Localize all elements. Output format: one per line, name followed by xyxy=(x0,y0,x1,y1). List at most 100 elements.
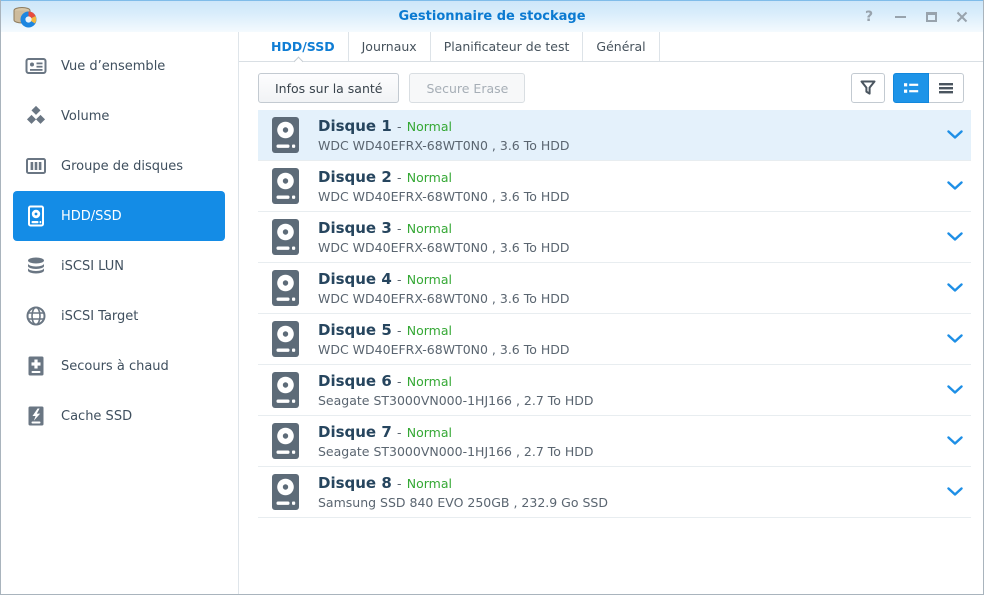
disk-model: Samsung SSD 840 EVO 250GB , 232.9 Go SSD xyxy=(318,495,608,510)
iscsi-target-icon xyxy=(24,304,48,328)
iscsi-lun-icon xyxy=(24,254,48,278)
disk-icon xyxy=(272,474,299,510)
sidebar-item-label: Vue d’ensemble xyxy=(61,59,165,74)
tab-planificateur[interactable]: Planificateur de test xyxy=(431,32,584,61)
disk-model: Seagate ST3000VN000-1HJ166 , 2.7 To HDD xyxy=(318,393,594,408)
disk-row[interactable]: Disque 6 - Normal Seagate ST3000VN000-1H… xyxy=(258,365,971,416)
sidebar-item-label: iSCSI LUN xyxy=(61,259,124,274)
disk-info: Disque 7 - Normal Seagate ST3000VN000-1H… xyxy=(318,424,594,459)
disk-name: Disque 7 xyxy=(318,423,392,441)
disk-info: Disque 5 - Normal WDC WD40EFRX-68WT0N0 ,… xyxy=(318,322,570,357)
status-separator: - xyxy=(397,323,402,338)
sidebar: Vue d’ensemble Volume xyxy=(1,32,239,594)
disk-info: Disque 4 - Normal WDC WD40EFRX-68WT0N0 ,… xyxy=(318,271,570,306)
health-info-button[interactable]: Infos sur la santé xyxy=(258,73,399,103)
sidebar-item-disk-group[interactable]: Groupe de disques xyxy=(13,141,225,191)
disk-status: Normal xyxy=(407,323,452,338)
disk-name: Disque 5 xyxy=(318,321,392,339)
disk-row[interactable]: Disque 2 - Normal WDC WD40EFRX-68WT0N0 ,… xyxy=(258,161,971,212)
disk-row[interactable]: Disque 5 - Normal WDC WD40EFRX-68WT0N0 ,… xyxy=(258,314,971,365)
disk-model: WDC WD40EFRX-68WT0N0 , 3.6 To HDD xyxy=(318,138,570,153)
chevron-down-icon[interactable] xyxy=(947,232,963,242)
status-separator: - xyxy=(397,272,402,287)
disk-name: Disque 8 xyxy=(318,474,392,492)
disk-status: Normal xyxy=(407,476,452,491)
status-separator: - xyxy=(397,170,402,185)
title-bar: Gestionnaire de stockage ? xyxy=(1,0,983,32)
view-controls xyxy=(851,73,964,103)
disk-icon xyxy=(272,372,299,408)
disk-info: Disque 6 - Normal Seagate ST3000VN000-1H… xyxy=(318,373,594,408)
disk-model: Seagate ST3000VN000-1HJ166 , 2.7 To HDD xyxy=(318,444,594,459)
sidebar-item-iscsi-target[interactable]: iSCSI Target xyxy=(13,291,225,341)
ssd-cache-icon xyxy=(24,404,48,428)
hot-spare-icon xyxy=(24,354,48,378)
help-icon[interactable]: ? xyxy=(860,8,878,26)
chevron-down-icon[interactable] xyxy=(947,385,963,395)
storage-manager-window: Gestionnaire de stockage ? xyxy=(0,0,984,595)
disk-icon xyxy=(272,270,299,306)
disk-list: Disque 1 - Normal WDC WD40EFRX-68WT0N0 ,… xyxy=(258,110,971,518)
toolbar: Infos sur la santé Secure Erase xyxy=(258,73,964,103)
filter-icon[interactable] xyxy=(851,73,885,103)
disk-row[interactable]: Disque 7 - Normal Seagate ST3000VN000-1H… xyxy=(258,416,971,467)
disk-row[interactable]: Disque 1 - Normal WDC WD40EFRX-68WT0N0 ,… xyxy=(258,110,971,161)
disk-icon xyxy=(272,219,299,255)
tab-general[interactable]: Général xyxy=(583,32,659,61)
detail-view-icon[interactable] xyxy=(893,73,929,103)
sidebar-item-volume[interactable]: Volume xyxy=(13,91,225,141)
tab-hdd-ssd[interactable]: HDD/SSD xyxy=(258,32,349,61)
status-separator: - xyxy=(397,221,402,236)
chevron-down-icon[interactable] xyxy=(947,487,963,497)
chevron-down-icon[interactable] xyxy=(947,130,963,140)
status-separator: - xyxy=(397,119,402,134)
sidebar-item-label: Secours à chaud xyxy=(61,359,169,374)
sidebar-item-hdd-ssd[interactable]: HDD/SSD xyxy=(13,191,225,241)
sidebar-item-label: HDD/SSD xyxy=(61,209,122,224)
disk-model: WDC WD40EFRX-68WT0N0 , 3.6 To HDD xyxy=(318,189,570,204)
volume-icon xyxy=(24,104,48,128)
chevron-down-icon[interactable] xyxy=(947,334,963,344)
secure-erase-button[interactable]: Secure Erase xyxy=(409,73,525,103)
sidebar-item-overview[interactable]: Vue d’ensemble xyxy=(13,41,225,91)
disk-icon xyxy=(272,423,299,459)
sidebar-item-iscsi-lun[interactable]: iSCSI LUN xyxy=(13,241,225,291)
disk-row[interactable]: Disque 3 - Normal WDC WD40EFRX-68WT0N0 ,… xyxy=(258,212,971,263)
chevron-down-icon[interactable] xyxy=(947,436,963,446)
tab-bar: HDD/SSD Journaux Planificateur de test G… xyxy=(239,32,983,62)
overview-icon xyxy=(24,54,48,78)
chevron-down-icon[interactable] xyxy=(947,181,963,191)
disk-status: Normal xyxy=(407,272,452,287)
disk-model: WDC WD40EFRX-68WT0N0 , 3.6 To HDD xyxy=(318,342,570,357)
sidebar-item-ssd-cache[interactable]: Cache SSD xyxy=(13,391,225,441)
maximize-icon[interactable] xyxy=(922,8,940,26)
disk-model: WDC WD40EFRX-68WT0N0 , 3.6 To HDD xyxy=(318,291,570,306)
sidebar-item-label: Volume xyxy=(61,109,109,124)
status-separator: - xyxy=(397,476,402,491)
disk-status: Normal xyxy=(407,170,452,185)
list-view-icon[interactable] xyxy=(928,73,964,103)
disk-icon xyxy=(272,321,299,357)
disk-row[interactable]: Disque 8 - Normal Samsung SSD 840 EVO 25… xyxy=(258,467,971,518)
disk-model: WDC WD40EFRX-68WT0N0 , 3.6 To HDD xyxy=(318,240,570,255)
disk-info: Disque 1 - Normal WDC WD40EFRX-68WT0N0 ,… xyxy=(318,118,570,153)
chevron-down-icon[interactable] xyxy=(947,283,963,293)
minimize-icon[interactable] xyxy=(891,8,909,26)
disk-row[interactable]: Disque 4 - Normal WDC WD40EFRX-68WT0N0 ,… xyxy=(258,263,971,314)
disk-status: Normal xyxy=(407,119,452,134)
close-icon[interactable] xyxy=(953,8,971,26)
tab-journaux[interactable]: Journaux xyxy=(349,32,431,61)
disk-group-icon xyxy=(24,154,48,178)
disk-status: Normal xyxy=(407,221,452,236)
view-mode-switch xyxy=(893,73,964,103)
disk-status: Normal xyxy=(407,425,452,440)
main-panel: HDD/SSD Journaux Planificateur de test G… xyxy=(239,32,983,594)
disk-info: Disque 8 - Normal Samsung SSD 840 EVO 25… xyxy=(318,475,608,510)
disk-icon xyxy=(272,117,299,153)
sidebar-item-hot-spare[interactable]: Secours à chaud xyxy=(13,341,225,391)
sidebar-item-label: Groupe de disques xyxy=(61,159,183,174)
status-separator: - xyxy=(397,425,402,440)
disk-name: Disque 3 xyxy=(318,219,392,237)
disk-name: Disque 4 xyxy=(318,270,392,288)
disk-status: Normal xyxy=(407,374,452,389)
